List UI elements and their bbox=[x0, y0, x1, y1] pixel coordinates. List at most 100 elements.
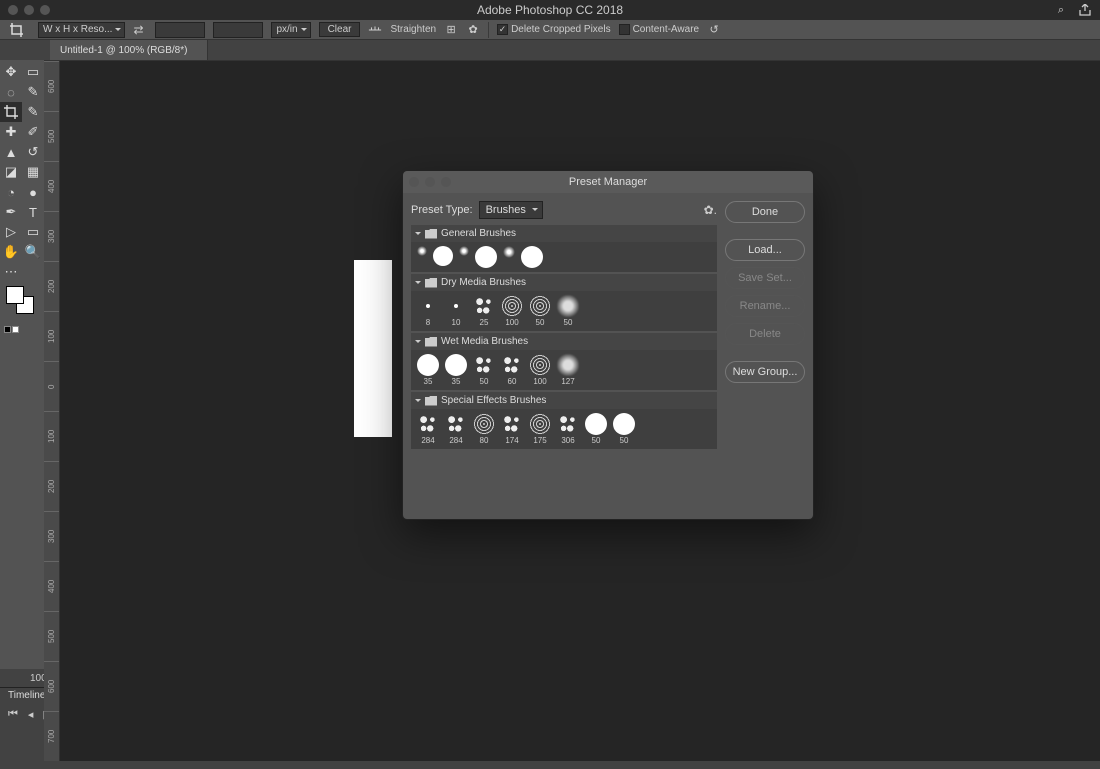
pen-tool[interactable]: ✒ bbox=[0, 202, 22, 222]
brush-preset[interactable]: 100 bbox=[529, 354, 551, 386]
dialog-close-icon[interactable] bbox=[409, 177, 419, 187]
document-tab-bar: Untitled-1 @ 100% (RGB/8*) bbox=[0, 40, 1100, 60]
brush-preset[interactable]: 50 bbox=[529, 295, 551, 327]
history-brush-tool[interactable]: ↺ bbox=[22, 142, 44, 162]
vertical-ruler[interactable]: 6005004003002001000100200300400500600700 bbox=[44, 61, 60, 761]
healing-tool[interactable]: ✚ bbox=[0, 122, 22, 142]
brush-preset[interactable]: 100 bbox=[501, 295, 523, 327]
brush-preset[interactable]: 25 bbox=[473, 295, 495, 327]
done-button[interactable]: Done bbox=[725, 201, 805, 223]
brush-preset[interactable] bbox=[417, 246, 427, 268]
brush-preset[interactable]: 10 bbox=[445, 295, 467, 327]
brush-preset[interactable]: 35 bbox=[417, 354, 439, 386]
go-first-frame-icon[interactable]: ⏮ bbox=[8, 708, 18, 721]
new-group-button[interactable]: New Group... bbox=[725, 361, 805, 383]
brush-preset[interactable]: 284 bbox=[417, 413, 439, 445]
share-icon[interactable] bbox=[1078, 3, 1092, 17]
app-title: Adobe Photoshop CC 2018 bbox=[477, 3, 623, 17]
eyedropper-tool[interactable]: ✎ bbox=[22, 102, 44, 122]
brush-size-label: 50 bbox=[564, 318, 573, 327]
search-cloud-icon[interactable]: ⌕ bbox=[1054, 3, 1068, 17]
brush-preset[interactable]: 174 bbox=[501, 413, 523, 445]
crop-height-input[interactable] bbox=[213, 22, 263, 38]
brush-preset[interactable]: 50 bbox=[585, 413, 607, 445]
preset-type-select[interactable]: Brushes bbox=[479, 201, 543, 219]
preset-menu-icon[interactable]: ✿. bbox=[704, 203, 717, 217]
minimize-window-icon[interactable] bbox=[24, 5, 34, 15]
brush-preset[interactable]: 35 bbox=[445, 354, 467, 386]
crop-unit-select[interactable]: px/in bbox=[271, 22, 310, 38]
edit-toolbar[interactable]: ⋯ bbox=[0, 262, 22, 282]
brush-preset[interactable]: 8 bbox=[417, 295, 439, 327]
brush-preset[interactable] bbox=[521, 246, 543, 268]
dialog-zoom-icon[interactable] bbox=[441, 177, 451, 187]
brush-tool[interactable]: ✐ bbox=[22, 122, 44, 142]
blur-tool[interactable]: ◔ bbox=[0, 182, 22, 202]
default-colors-icon[interactable] bbox=[4, 326, 19, 333]
clear-button[interactable]: Clear bbox=[319, 22, 361, 37]
brush-group-header[interactable]: Dry Media Brushes bbox=[411, 274, 717, 291]
window-controls[interactable] bbox=[0, 5, 50, 15]
brush-size-label: 284 bbox=[421, 436, 434, 445]
close-window-icon[interactable] bbox=[8, 5, 18, 15]
brush-group-name: General Brushes bbox=[441, 228, 516, 239]
brush-preset[interactable]: 80 bbox=[473, 413, 495, 445]
crop-tool-preset-icon[interactable] bbox=[6, 21, 30, 39]
lasso-tool[interactable]: ◌ bbox=[0, 82, 22, 102]
brush-preset[interactable]: 306 bbox=[557, 413, 579, 445]
brush-group-header[interactable]: Special Effects Brushes bbox=[411, 392, 717, 409]
brush-group-header[interactable]: General Brushes bbox=[411, 225, 717, 242]
zoom-window-icon[interactable] bbox=[40, 5, 50, 15]
zoom-tool[interactable]: 🔍 bbox=[22, 242, 44, 262]
marquee-tool[interactable]: ▭ bbox=[22, 62, 44, 82]
brush-group-header[interactable]: Wet Media Brushes bbox=[411, 333, 717, 350]
brush-preset[interactable]: 284 bbox=[445, 413, 467, 445]
content-aware-checkbox[interactable]: Content-Aware bbox=[619, 24, 700, 35]
reset-crop-icon[interactable]: ↺ bbox=[707, 23, 721, 37]
move-tool[interactable]: ✥ bbox=[0, 62, 22, 82]
swap-dimensions-icon[interactable]: ⇄ bbox=[133, 23, 147, 37]
brush-preset[interactable]: 175 bbox=[529, 413, 551, 445]
preset-type-label: Preset Type: bbox=[411, 204, 473, 216]
brush-preset[interactable]: 60 bbox=[501, 354, 523, 386]
type-tool[interactable]: T bbox=[22, 202, 44, 222]
path-select-tool[interactable]: ▷ bbox=[0, 222, 22, 242]
brush-preset[interactable]: 50 bbox=[557, 295, 579, 327]
eraser-tool[interactable]: ◪ bbox=[0, 162, 22, 182]
brush-preset[interactable]: 50 bbox=[613, 413, 635, 445]
disclosure-icon bbox=[415, 399, 421, 405]
brush-group: Special Effects Brushes 284 284 80 174 175 306… bbox=[411, 392, 717, 449]
dodge-tool[interactable]: ● bbox=[22, 182, 44, 202]
rename-button[interactable]: Rename... bbox=[725, 295, 805, 317]
brush-preset[interactable] bbox=[503, 246, 515, 268]
delete-button[interactable]: Delete bbox=[725, 323, 805, 345]
hand-tool[interactable]: ✋ bbox=[0, 242, 22, 262]
save-set-button[interactable]: Save Set... bbox=[725, 267, 805, 289]
straighten-label[interactable]: Straighten bbox=[390, 24, 436, 35]
crop-settings-icon[interactable]: ✿ bbox=[466, 23, 480, 37]
brush-preset[interactable]: 127 bbox=[557, 354, 579, 386]
brush-preset[interactable] bbox=[475, 246, 497, 268]
straighten-icon[interactable] bbox=[368, 23, 382, 37]
load-button[interactable]: Load... bbox=[725, 239, 805, 261]
crop-width-input[interactable] bbox=[155, 22, 205, 38]
gradient-tool[interactable]: ▦ bbox=[22, 162, 44, 182]
prev-frame-icon[interactable]: ◂ bbox=[28, 708, 34, 721]
stamp-tool[interactable]: ▲ bbox=[0, 142, 22, 162]
document-tab[interactable]: Untitled-1 @ 100% (RGB/8*) bbox=[50, 40, 208, 60]
delete-cropped-checkbox[interactable]: ✓ Delete Cropped Pixels bbox=[497, 24, 611, 35]
document-canvas[interactable] bbox=[354, 260, 392, 437]
dialog-minimize-icon[interactable] bbox=[425, 177, 435, 187]
brush-preset[interactable] bbox=[433, 246, 453, 268]
app-titlebar: Adobe Photoshop CC 2018 ⌕ bbox=[0, 0, 1100, 20]
brush-preset[interactable]: 50 bbox=[473, 354, 495, 386]
color-swatches-tool[interactable] bbox=[6, 286, 36, 316]
crop-ratio-select[interactable]: W x H x Reso... bbox=[38, 22, 125, 38]
overlay-grid-icon[interactable]: ⊞ bbox=[444, 23, 458, 37]
brush-group-name: Wet Media Brushes bbox=[441, 336, 528, 347]
quick-select-tool[interactable]: ✎ bbox=[22, 82, 44, 102]
brush-preset[interactable] bbox=[459, 246, 469, 268]
shape-tool[interactable]: ▭ bbox=[22, 222, 44, 242]
crop-tool[interactable] bbox=[0, 102, 22, 122]
foreground-swatch[interactable] bbox=[6, 286, 24, 304]
